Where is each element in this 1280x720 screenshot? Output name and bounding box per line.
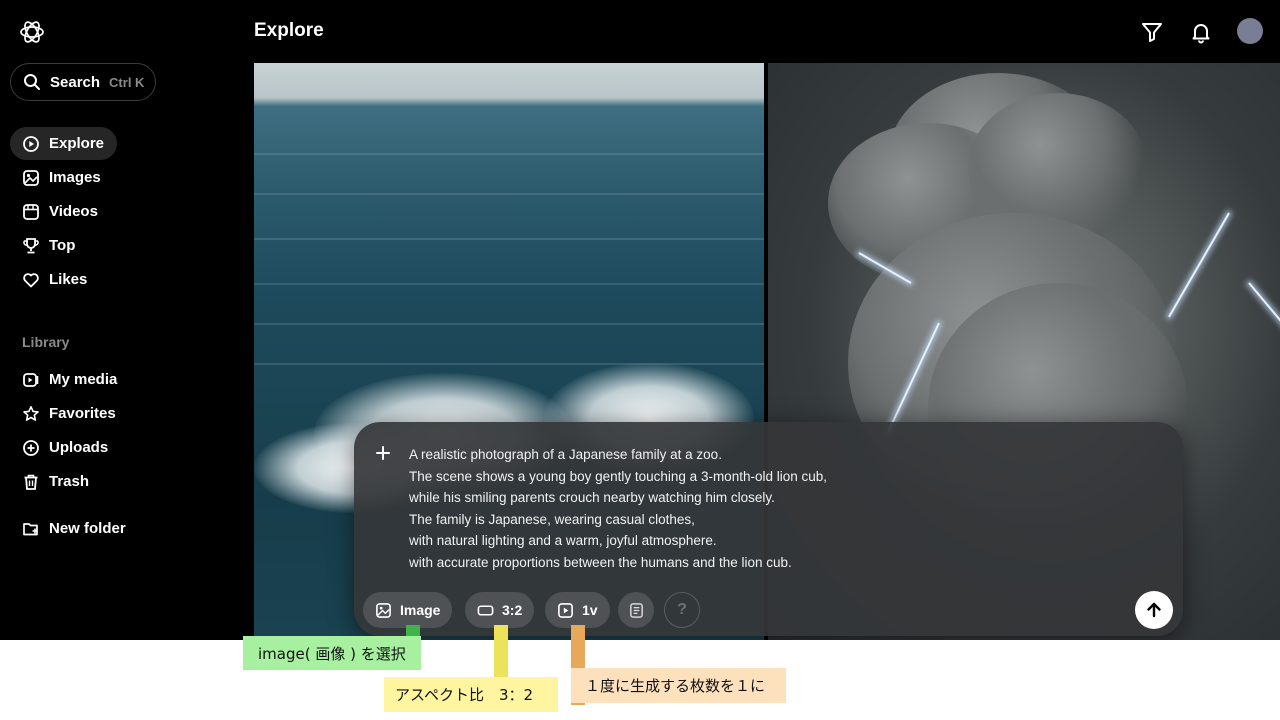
sidebar-item-label: My media: [49, 371, 118, 388]
variation-count-label: 1v: [582, 602, 598, 618]
media-icon: [23, 372, 39, 387]
sidebar-item-label: Videos: [49, 203, 98, 220]
aspect-ratio-button[interactable]: 3:2: [465, 592, 535, 628]
prompt-line: The scene shows a young boy gently touch…: [409, 468, 828, 484]
annotation-marker-aspect: [494, 625, 508, 677]
mode-label: Image: [400, 602, 441, 618]
prompt-line: with accurate proportions between the hu…: [409, 554, 792, 570]
new-folder-label: New folder: [49, 520, 126, 537]
aspect-ratio-label: 3:2: [502, 602, 523, 618]
prompt-line: A realistic photograph of a Japanese fam…: [409, 447, 722, 462]
variation-count-button[interactable]: 1v: [545, 592, 610, 628]
sidebar-item-label: Likes: [49, 271, 88, 288]
library-section-title: Library: [22, 334, 70, 350]
sidebar-item-label: Images: [49, 169, 101, 186]
sidebar-item-label: Trash: [49, 473, 90, 490]
search-icon: [24, 74, 40, 90]
upload-icon: [23, 439, 39, 456]
video-frame-icon: [558, 602, 573, 618]
sidebar-item-uploads[interactable]: Uploads: [10, 431, 117, 464]
sidebar-item-top[interactable]: Top: [10, 229, 117, 262]
sidebar-item-label: Top: [49, 237, 76, 254]
trophy-icon: [23, 237, 39, 253]
help-button[interactable]: ?: [664, 592, 700, 628]
sidebar: Search Ctrl K Explore Images Videos Top …: [0, 0, 245, 640]
prompt-composer: A realistic photograph of a Japanese fam…: [354, 422, 1183, 636]
trash-icon: [24, 474, 38, 490]
search-label: Search: [50, 73, 101, 91]
image-icon: [376, 602, 391, 618]
plus-icon[interactable]: [372, 442, 394, 464]
folder-plus-icon: [23, 522, 38, 535]
bell-icon[interactable]: [1189, 20, 1213, 44]
mode-image-button[interactable]: Image: [363, 592, 453, 628]
new-folder-button[interactable]: New folder: [10, 512, 140, 545]
sidebar-item-label: Favorites: [49, 405, 116, 422]
prompt-line: The family is Japanese, wearing casual c…: [409, 511, 695, 527]
annotation-aspect-ratio: アスペクト比 3：2: [384, 677, 558, 712]
annotation-count-per-generation: １度に生成する枚数を１に: [571, 668, 786, 703]
prompt-input[interactable]: A realistic photograph of a Japanese fam…: [409, 444, 1109, 573]
document-icon: [629, 602, 643, 618]
sidebar-item-trash[interactable]: Trash: [10, 465, 117, 498]
explore-icon: [23, 135, 39, 152]
send-button[interactable]: [1135, 591, 1173, 629]
search-shortcut: Ctrl K: [109, 74, 145, 90]
sidebar-item-likes[interactable]: Likes: [10, 263, 117, 296]
sidebar-item-label: Uploads: [49, 439, 109, 456]
aspect-ratio-icon: [477, 604, 494, 616]
sidebar-item-images[interactable]: Images: [10, 161, 117, 194]
prompt-line: with natural lighting and a warm, joyful…: [409, 533, 717, 548]
image-icon: [23, 169, 39, 186]
sidebar-item-label: Explore: [49, 135, 105, 152]
sidebar-item-my-media[interactable]: My media: [10, 363, 117, 396]
sidebar-item-explore[interactable]: Explore: [10, 127, 117, 160]
avatar[interactable]: [1237, 18, 1263, 44]
heart-icon: [23, 272, 39, 287]
app-window: Search Ctrl K Explore Images Videos Top …: [0, 0, 1280, 640]
prompt-line: while his smiling parents crouch nearby …: [409, 490, 775, 505]
presets-button[interactable]: [618, 592, 654, 628]
annotation-image-select: image( 画像 ) を選択: [243, 636, 421, 670]
arrow-up-icon: [1147, 602, 1161, 618]
search-button[interactable]: Search Ctrl K: [10, 63, 156, 101]
sidebar-item-favorites[interactable]: Favorites: [10, 397, 117, 430]
sidebar-item-videos[interactable]: Videos: [10, 195, 117, 228]
star-icon: [23, 405, 39, 421]
page-title: Explore: [254, 20, 324, 41]
openai-logo-icon[interactable]: [18, 18, 46, 46]
video-icon: [23, 203, 39, 220]
filter-icon[interactable]: [1140, 20, 1164, 44]
